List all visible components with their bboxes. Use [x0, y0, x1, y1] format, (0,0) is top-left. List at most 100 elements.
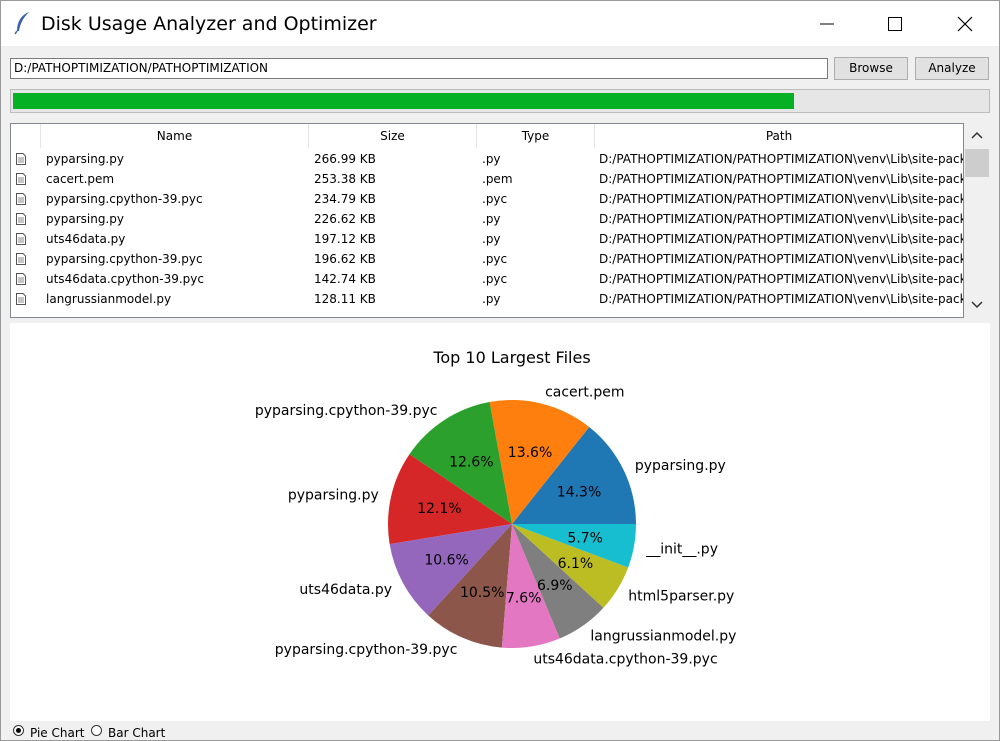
title-bar[interactable]: Disk Usage Analyzer and Optimizer [1, 1, 999, 46]
slice-percent-label: 12.6% [449, 455, 493, 471]
table-row[interactable]: uts46data.cpython-39.pyc 142.74 KB .pyc D:/… [11, 269, 963, 289]
slice-percent-label: 6.1% [558, 556, 594, 572]
column-header-name[interactable]: Name [41, 124, 309, 148]
cell-size: 234.79 KB [314, 192, 376, 206]
browse-button[interactable]: Browse [834, 57, 908, 80]
cell-path: D:/PATHOPTIMIZATION/PATHOPTIMIZATION\ven… [599, 292, 963, 306]
chart-type-selector[interactable]: Pie Chart Bar Chart [13, 723, 213, 741]
icon-column-header [11, 124, 41, 148]
bar-chart-radio-label[interactable]: Bar Chart [108, 726, 165, 740]
cell-name: uts46data.py [46, 232, 126, 246]
slice-name-label: cacert.pem [545, 385, 624, 401]
cell-name: cacert.pem [46, 172, 115, 186]
table-row[interactable]: pyparsing.py 266.99 KB .py D:/PATHOPTIMIZAT… [11, 149, 963, 169]
cell-size: 266.99 KB [314, 152, 376, 166]
cell-type: .py [482, 232, 501, 246]
slice-name-label: __init__.py [645, 541, 718, 557]
cell-type: .py [482, 212, 501, 226]
slice-name-label: pyparsing.py [288, 488, 379, 504]
minimize-icon [820, 23, 834, 24]
cell-name: pyparsing.cpython-39.pyc [46, 192, 203, 206]
slice-percent-label: 13.6% [508, 445, 552, 461]
cell-type: .pem [482, 172, 513, 186]
maximize-button[interactable] [872, 1, 918, 46]
cell-size: 197.12 KB [314, 232, 376, 246]
cell-size: 196.62 KB [314, 252, 376, 266]
file-icon [16, 233, 26, 245]
file-icon [16, 293, 26, 305]
cell-name: uts46data.cpython-39.pyc [46, 272, 204, 286]
table-row[interactable]: pyparsing.py 226.62 KB .py D:/PATHOPTIMIZAT… [11, 209, 963, 229]
file-icon [16, 193, 26, 205]
file-icon [16, 253, 26, 265]
close-button[interactable] [942, 1, 988, 46]
path-input[interactable]: D:/PATHOPTIMIZATION/PATHOPTIMIZATION [10, 58, 828, 79]
cell-type: .pyc [482, 192, 508, 206]
column-header-size[interactable]: Size [309, 124, 477, 148]
table-header: Name Size Type Path [11, 124, 963, 148]
table-row[interactable]: langrussianmodel.py 128.11 KB .py D:/PATHOP… [11, 289, 963, 309]
slice-name-label: langrussianmodel.py [590, 629, 736, 645]
cell-type: .py [482, 152, 501, 166]
cell-name: pyparsing.py [46, 152, 124, 166]
column-header-path[interactable]: Path [595, 124, 963, 148]
cell-path: D:/PATHOPTIMIZATION/PATHOPTIMIZATION\ven… [599, 272, 963, 286]
minimize-button[interactable] [804, 1, 850, 46]
slice-percent-label: 5.7% [567, 530, 603, 546]
cell-name: pyparsing.cpython-39.pyc [46, 252, 203, 266]
bar-chart-radio[interactable] [91, 725, 102, 736]
table-row[interactable]: uts46data.py 197.12 KB .py D:/PATHOPTIMIZAT… [11, 229, 963, 249]
progress-bar [10, 89, 990, 113]
pie-chart: Top 10 Largest Files 14.3% pyparsing.py 13.… [255, 348, 737, 668]
cell-size: 142.74 KB [314, 272, 376, 286]
pie-chart-radio-label[interactable]: Pie Chart [30, 726, 84, 740]
file-icon [16, 173, 26, 185]
scroll-up-icon[interactable] [969, 129, 985, 141]
cell-path: D:/PATHOPTIMIZATION/PATHOPTIMIZATION\ven… [599, 192, 963, 206]
column-header-type[interactable]: Type [477, 124, 595, 148]
slice-name-label: pyparsing.py [635, 458, 726, 474]
table-row[interactable]: cacert.pem 253.38 KB .pem D:/PATHOPTIMIZATI… [11, 169, 963, 189]
window-title: Disk Usage Analyzer and Optimizer [41, 13, 377, 35]
cell-type: .pyc [482, 252, 508, 266]
slice-percent-label: 10.6% [424, 552, 468, 568]
cell-name: pyparsing.py [46, 212, 124, 226]
table-scrollbar[interactable] [964, 123, 990, 318]
slice-name-label: pyparsing.cpython-39.pyc [255, 403, 438, 419]
analyze-button[interactable]: Analyze [915, 57, 989, 80]
pie-chart-radio[interactable] [13, 725, 24, 736]
slice-name-label: pyparsing.cpython-39.pyc [275, 642, 458, 658]
cell-size: 226.62 KB [314, 212, 376, 226]
cell-type: .py [482, 292, 501, 306]
slice-percent-label: 14.3% [557, 485, 601, 501]
cell-path: D:/PATHOPTIMIZATION/PATHOPTIMIZATION\ven… [599, 252, 963, 266]
cell-path: D:/PATHOPTIMIZATION/PATHOPTIMIZATION\ven… [599, 232, 963, 246]
chart-area: Top 10 Largest Files 14.3% pyparsing.py 13.… [10, 323, 990, 721]
cell-name: langrussianmodel.py [46, 292, 172, 306]
file-icon [16, 213, 26, 225]
cell-path: D:/PATHOPTIMIZATION/PATHOPTIMIZATION\ven… [599, 212, 963, 226]
cell-size: 253.38 KB [314, 172, 376, 186]
slice-name-label: uts46data.cpython-39.pyc [533, 652, 717, 668]
cell-type: .pyc [482, 272, 508, 286]
scroll-thumb[interactable] [965, 149, 989, 177]
feather-icon [14, 12, 29, 35]
file-table[interactable]: Name Size Type Path pyparsing.py 266.99 K… [10, 123, 964, 318]
cell-path: D:/PATHOPTIMIZATION/PATHOPTIMIZATION\ven… [599, 172, 963, 186]
slice-percent-label: 10.5% [460, 585, 504, 601]
cell-size: 128.11 KB [314, 292, 376, 306]
slice-percent-label: 12.1% [417, 501, 461, 517]
slice-name-label: html5parser.py [628, 588, 734, 604]
close-icon [957, 16, 973, 31]
app-window: Disk Usage Analyzer and Optimizer D:/PAT… [0, 0, 1000, 741]
chart-title: Top 10 Largest Files [432, 348, 590, 367]
maximize-icon [888, 16, 902, 31]
slice-name-label: uts46data.py [299, 582, 392, 598]
slice-percent-label: 6.9% [537, 578, 573, 594]
file-icon [16, 153, 26, 165]
progress-fill [13, 93, 794, 109]
table-row[interactable]: pyparsing.cpython-39.pyc 234.79 KB .pyc D:/… [11, 189, 963, 209]
scroll-down-icon[interactable] [969, 299, 985, 311]
table-row[interactable]: pyparsing.cpython-39.pyc 196.62 KB .pyc D:/… [11, 249, 963, 269]
cell-path: D:/PATHOPTIMIZATION/PATHOPTIMIZATION\ven… [599, 152, 963, 166]
